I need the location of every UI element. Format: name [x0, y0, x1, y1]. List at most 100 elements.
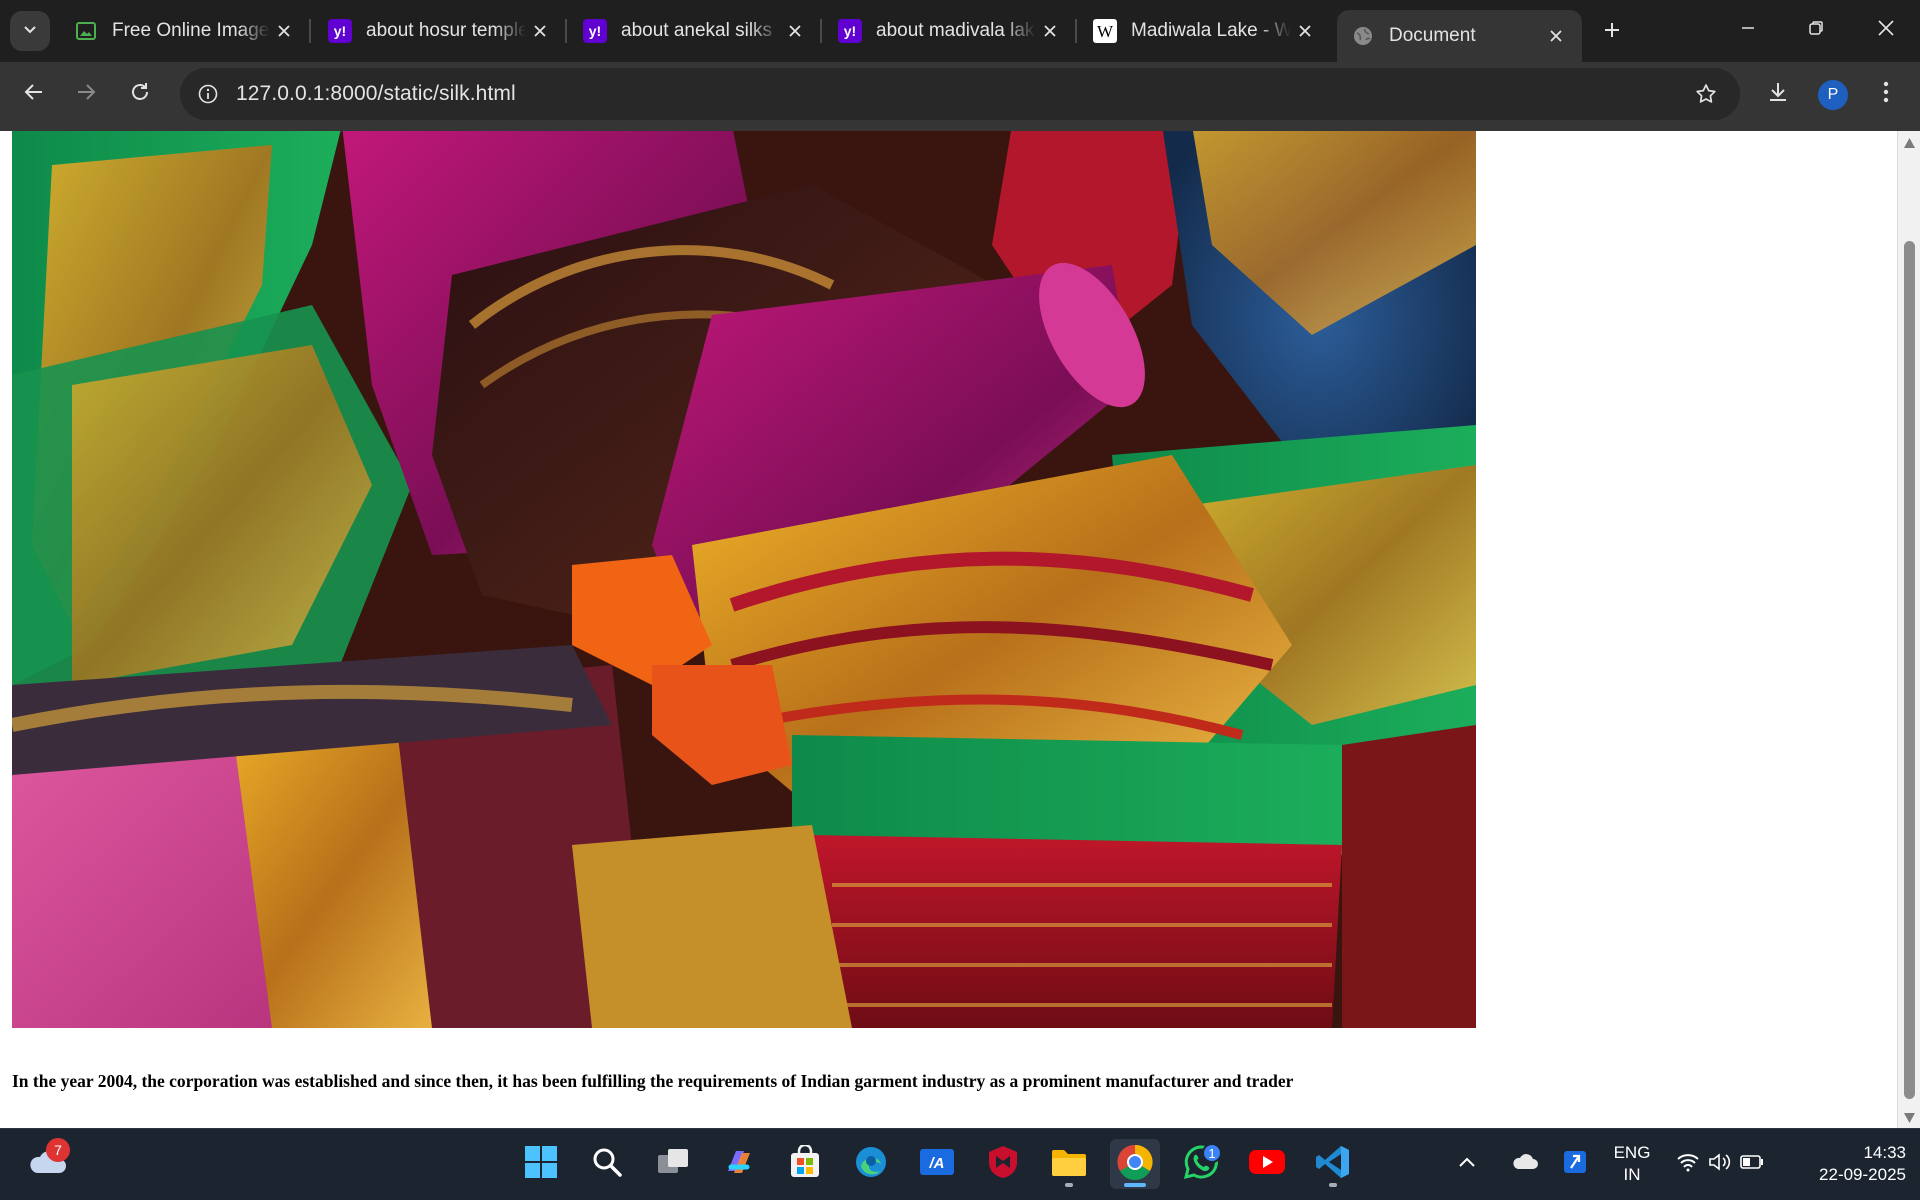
tab-separator [309, 19, 311, 43]
edge-button[interactable] [846, 1139, 896, 1189]
address-bar[interactable]: 127.0.0.1:8000/static/silk.html [180, 68, 1740, 120]
menu-button[interactable] [1866, 74, 1906, 114]
tab-document[interactable]: Document [1337, 10, 1582, 62]
edge-icon [853, 1144, 889, 1185]
onedrive-tray-icon[interactable] [1510, 1139, 1540, 1189]
language-code: ENG [1613, 1143, 1651, 1162]
arrow-left-icon [23, 81, 45, 108]
restore-icon [1808, 20, 1824, 41]
time-text: 14:33 [1863, 1143, 1906, 1162]
file-explorer-button[interactable] [1044, 1139, 1094, 1189]
folder-icon [1050, 1146, 1088, 1183]
microsoft-store-button[interactable] [780, 1139, 830, 1189]
wifi-icon [1676, 1152, 1700, 1177]
windows-logo-icon [523, 1144, 559, 1185]
chrome-icon [1116, 1143, 1154, 1186]
restore-button[interactable] [1788, 10, 1844, 50]
minimize-button[interactable] [1720, 10, 1776, 50]
close-icon[interactable] [270, 17, 298, 45]
tab-strip: Free Online Image y! about hosur temple … [0, 0, 1920, 62]
close-icon[interactable] [1542, 22, 1570, 50]
scroll-thumb[interactable] [1904, 241, 1915, 1099]
whatsapp-button[interactable]: 1 [1176, 1139, 1226, 1189]
tab-separator [1075, 19, 1077, 43]
close-icon[interactable] [781, 17, 809, 45]
browser-toolbar: 127.0.0.1:8000/static/silk.html P [0, 62, 1920, 131]
start-button[interactable] [516, 1139, 566, 1189]
bookmark-star-icon[interactable] [1692, 80, 1720, 108]
tray-app-icon[interactable] [1560, 1139, 1590, 1189]
task-view-icon [656, 1147, 690, 1182]
tab-about-anekal-silks[interactable]: y! about anekal silks [569, 10, 822, 52]
svg-text:/A: /A [929, 1155, 945, 1172]
tab-title: Madiwala Lake - W [1131, 20, 1291, 41]
close-icon [1877, 19, 1895, 42]
svg-text:y!: y! [334, 23, 346, 39]
language-indicator[interactable]: ENG IN [1604, 1142, 1660, 1186]
battery-icon [1740, 1154, 1764, 1174]
youtube-button[interactable] [1242, 1139, 1292, 1189]
url-text[interactable]: 127.0.0.1:8000/static/silk.html [236, 82, 516, 106]
globe-icon [1351, 24, 1375, 48]
forward-button[interactable] [66, 74, 106, 114]
tab-free-online-image[interactable]: Free Online Image [60, 10, 311, 52]
close-icon[interactable] [526, 17, 554, 45]
back-button[interactable] [14, 74, 54, 114]
copilot-button[interactable] [714, 1139, 764, 1189]
running-indicator [1329, 1183, 1337, 1187]
arrow-right-icon [75, 81, 97, 108]
vscode-button[interactable] [1308, 1139, 1358, 1189]
yahoo-icon: y! [328, 19, 352, 43]
windows-taskbar: /A 1 ENG IN 14:33 22-09-2025 [0, 1128, 1920, 1200]
yahoo-icon: y! [583, 19, 607, 43]
tab-search-button[interactable] [10, 11, 50, 51]
store-icon [788, 1143, 822, 1184]
cloud-icon [1512, 1153, 1538, 1176]
minimize-icon [1740, 20, 1756, 41]
active-indicator [1124, 1183, 1146, 1187]
yahoo-icon: y! [838, 19, 862, 43]
new-tab-button[interactable] [1594, 14, 1630, 50]
app-logo-icon: /A [919, 1148, 955, 1181]
svg-text:y!: y! [589, 23, 601, 39]
downloads-button[interactable] [1758, 74, 1798, 114]
vscode-icon [1315, 1144, 1351, 1185]
silk-sarees-image [12, 131, 1476, 1028]
image-editor-icon [74, 19, 98, 43]
download-icon [1766, 80, 1790, 109]
page-viewport: In the year 2004, the corporation was es… [0, 131, 1897, 1128]
notification-badge: 1 [1202, 1143, 1222, 1163]
app-tray-icon [1563, 1150, 1587, 1179]
tab-title: about hosur temple [366, 20, 526, 41]
search-button[interactable] [582, 1139, 632, 1189]
profile-avatar[interactable]: P [1818, 80, 1848, 110]
mcafee-button[interactable] [978, 1139, 1028, 1189]
network-volume-battery-group[interactable] [1670, 1139, 1770, 1189]
reload-button[interactable] [120, 74, 160, 114]
tab-about-madivala-lake[interactable]: y! about madivala lake [824, 10, 1077, 52]
running-indicator [1065, 1183, 1073, 1187]
task-view-button[interactable] [648, 1139, 698, 1189]
kebab-menu-icon [1882, 80, 1890, 109]
page-scrollbar[interactable] [1897, 131, 1920, 1128]
show-hidden-icons-button[interactable] [1452, 1139, 1482, 1189]
teamviewer-button[interactable]: /A [912, 1139, 962, 1189]
company-description: In the year 2004, the corporation was es… [12, 1071, 1294, 1091]
scroll-up-arrow-icon[interactable] [1903, 137, 1916, 149]
region-code: IN [1623, 1165, 1641, 1184]
clock[interactable]: 14:33 22-09-2025 [1786, 1142, 1906, 1186]
copilot-icon [722, 1145, 756, 1184]
shield-icon [986, 1144, 1020, 1185]
chevron-up-icon [1458, 1155, 1476, 1173]
close-window-button[interactable] [1858, 10, 1914, 50]
tab-madiwala-lake-wikipedia[interactable]: W Madiwala Lake - W [1079, 10, 1331, 52]
site-info-icon[interactable] [194, 80, 222, 108]
chrome-button[interactable] [1110, 1139, 1160, 1189]
close-icon[interactable] [1291, 17, 1319, 45]
close-icon[interactable] [1036, 17, 1064, 45]
svg-text:y!: y! [844, 23, 856, 39]
youtube-icon [1248, 1148, 1286, 1181]
date-text: 22-09-2025 [1819, 1165, 1906, 1184]
scroll-down-arrow-icon[interactable] [1903, 1112, 1916, 1124]
tab-about-hosur-temple[interactable]: y! about hosur temple [314, 10, 567, 52]
